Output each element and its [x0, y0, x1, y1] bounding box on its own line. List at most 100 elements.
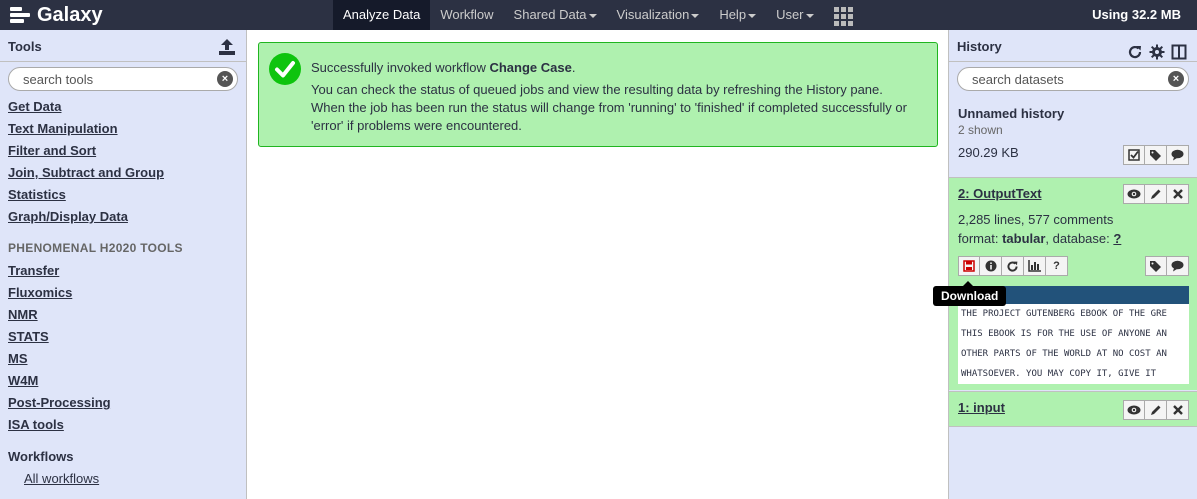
nav-workflow[interactable]: Workflow: [430, 0, 503, 30]
clear-search-icon[interactable]: ×: [217, 71, 233, 87]
success-body: You can check the status of queued jobs …: [311, 81, 921, 135]
select-datasets-button[interactable]: [1123, 145, 1145, 165]
history-size: 290.29 KB: [958, 145, 1019, 160]
workflow-name: Change Case: [489, 60, 572, 75]
nav-label: Visualization: [616, 7, 690, 22]
history-panel: History × Unnamed history 2 shown 290.29…: [948, 30, 1197, 499]
dataset-annotation-button[interactable]: [1167, 256, 1189, 276]
history-actions: [1123, 145, 1189, 165]
gear-icon[interactable]: [1149, 39, 1165, 60]
comment-icon: [1171, 149, 1184, 161]
history-name[interactable]: Unnamed history: [949, 96, 1197, 121]
tool-section-fluxomics[interactable]: Fluxomics: [8, 282, 246, 304]
dataset-format: tabular: [1002, 231, 1046, 246]
question-mark-icon: ?: [1053, 260, 1060, 272]
view-data-button[interactable]: [1123, 400, 1145, 420]
nav-shared-data[interactable]: Shared Data: [504, 0, 607, 30]
checkbox-icon: [1128, 149, 1140, 161]
caret-down-icon: [588, 13, 597, 18]
nav-help[interactable]: Help: [709, 0, 766, 30]
tags-icon: [1149, 150, 1161, 161]
refresh-icon[interactable]: [1127, 39, 1143, 59]
dataset-primary-actions: [1123, 184, 1189, 204]
nav-label: Workflow: [440, 7, 494, 22]
tool-section-isa-tools[interactable]: ISA tools: [8, 414, 246, 436]
refresh-icon: [1007, 261, 1018, 272]
dataset-database-link[interactable]: ?: [1113, 231, 1121, 246]
upload-icon[interactable]: [216, 36, 238, 56]
dataset-details-button[interactable]: [980, 256, 1002, 276]
peek-line: THE PROJECT GUTENBERG EBOOK OF THE GRE: [961, 309, 1167, 319]
edit-attributes-button[interactable]: [1145, 184, 1167, 204]
database-label: , database:: [1045, 231, 1114, 246]
tool-section-join-subtract-group[interactable]: Join, Subtract and Group: [8, 162, 246, 184]
tool-search: ×: [8, 67, 238, 91]
checkmark-icon: [269, 53, 301, 85]
success-body-line: You can check the status of queued jobs …: [311, 82, 883, 97]
dataset-tag-actions: [1145, 256, 1189, 276]
nav-user[interactable]: User: [766, 0, 823, 30]
pencil-icon: [1150, 189, 1160, 199]
view-data-button[interactable]: [1123, 184, 1145, 204]
delete-dataset-button[interactable]: [1167, 400, 1189, 420]
tool-section-ms[interactable]: MS: [8, 348, 246, 370]
tool-search-input[interactable]: [9, 68, 237, 90]
nav-analyze-data[interactable]: Analyze Data: [333, 0, 431, 30]
brand-name: Galaxy: [37, 3, 103, 26]
tool-section-stats[interactable]: STATS: [8, 326, 246, 348]
dataset-secondary-actions: ?: [958, 256, 1068, 276]
pencil-icon: [1150, 405, 1160, 415]
success-title-suffix: .: [571, 60, 576, 75]
tool-section-post-processing[interactable]: Post-Processing: [8, 392, 246, 414]
dataset-title[interactable]: 1: input: [958, 400, 1005, 415]
nav-label: Shared Data: [513, 7, 587, 22]
history-annotation-button[interactable]: [1167, 145, 1189, 165]
caret-down-icon: [805, 13, 814, 18]
tool-section-transfer[interactable]: Transfer: [8, 260, 246, 282]
history-search-input[interactable]: [958, 68, 1188, 90]
comment-icon: [1171, 260, 1184, 272]
tags-icon: [1150, 261, 1161, 272]
tool-section-graph-display[interactable]: Graph/Display Data: [8, 206, 246, 228]
apps-grid-button[interactable]: [824, 0, 863, 30]
floppy-disk-icon: [963, 260, 975, 272]
download-button[interactable]: [958, 256, 980, 276]
tool-section-statistics[interactable]: Statistics: [8, 184, 246, 206]
history-shown-count: 2 shown: [958, 123, 1003, 137]
tool-panel-title: Tools: [8, 39, 42, 54]
edit-attributes-button[interactable]: [1145, 400, 1167, 420]
tool-section-label: PHENOMENAL H2020 TOOLS: [8, 241, 183, 255]
tool-section-w4m[interactable]: W4M: [8, 370, 246, 392]
nav-visualization[interactable]: Visualization: [607, 0, 710, 30]
help-button[interactable]: ?: [1046, 256, 1068, 276]
tool-section-nmr[interactable]: NMR: [8, 304, 246, 326]
tool-section-text-manipulation[interactable]: Text Manipulation: [8, 118, 246, 140]
nav-label: Help: [719, 7, 747, 22]
history-tags-button[interactable]: [1145, 145, 1167, 165]
tool-panel-header: Tools: [0, 30, 246, 62]
quota-meter[interactable]: Using 32.2 MB: [1092, 0, 1181, 30]
columns-icon[interactable]: [1171, 39, 1187, 60]
eye-icon: [1127, 405, 1141, 415]
tool-list: Get Data Text Manipulation Filter and So…: [0, 96, 246, 488]
dataset-tags-button[interactable]: [1145, 256, 1167, 276]
nav-label: Analyze Data: [343, 7, 421, 22]
brand-link[interactable]: Galaxy: [10, 0, 103, 30]
clear-search-icon[interactable]: ×: [1168, 71, 1184, 87]
info-icon: [985, 260, 996, 272]
all-workflows-link[interactable]: All workflows: [8, 468, 246, 488]
dataset-title[interactable]: 2: OutputText: [958, 186, 1042, 201]
download-tooltip: Download: [933, 281, 1007, 306]
tool-section-get-data[interactable]: Get Data: [8, 96, 246, 118]
delete-dataset-button[interactable]: [1167, 184, 1189, 204]
main-nav: Analyze Data Workflow Shared Data Visual…: [333, 0, 863, 30]
close-icon: [1172, 405, 1183, 415]
rerun-button[interactable]: [1002, 256, 1024, 276]
history-panel-header: History: [949, 30, 1197, 62]
dataset-info: format: tabular, database: ?: [958, 231, 1121, 246]
center-panel: Successfully invoked workflow Change Cas…: [248, 30, 948, 499]
tool-section-filter-and-sort[interactable]: Filter and Sort: [8, 140, 246, 162]
grid-icon: [833, 7, 853, 26]
visualize-button[interactable]: [1024, 256, 1046, 276]
success-body-line: When the job has been run the status wil…: [311, 100, 907, 133]
